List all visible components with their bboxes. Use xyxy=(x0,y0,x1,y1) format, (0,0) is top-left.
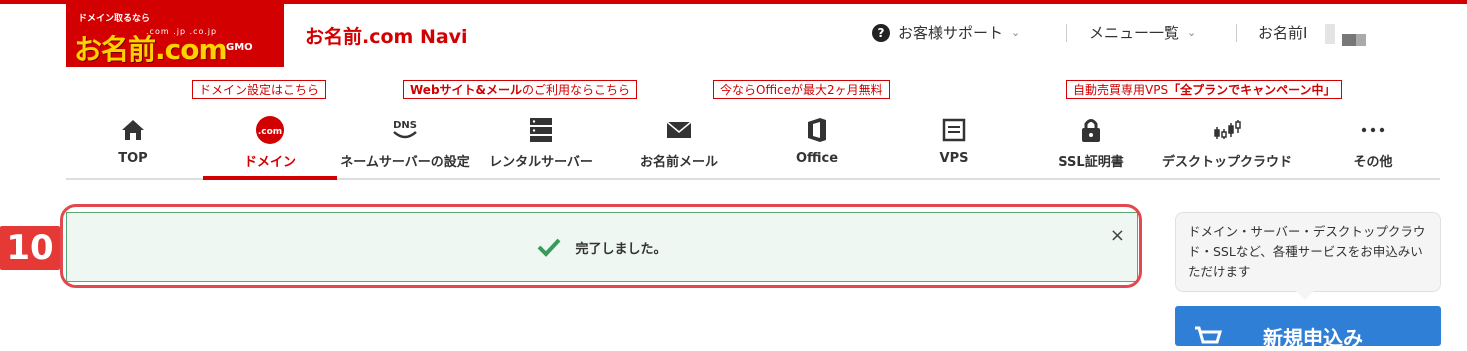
server-icon xyxy=(474,116,608,144)
logo-tagline: ドメイン取るなら xyxy=(78,14,151,24)
redacted-block xyxy=(1356,34,1366,46)
service-tooltip: ドメイン・サーバー・デスクトップクラウド・SSLなど、各種サービスをお申込みいた… xyxy=(1175,212,1441,292)
office-icon xyxy=(750,116,884,144)
svg-text:DNS: DNS xyxy=(393,120,417,131)
divider xyxy=(1236,24,1237,42)
onamae-logo[interactable]: ドメイン取るなら .com .jp .co.jp お名前.com GMO xyxy=(66,0,284,67)
nav-item-other[interactable]: その他 xyxy=(1306,104,1440,180)
highlight-outline xyxy=(60,204,1142,288)
nav-item-office[interactable]: Office xyxy=(750,104,884,180)
nav-item-rental-server[interactable]: レンタルサーバー xyxy=(474,104,608,180)
home-icon xyxy=(66,116,200,144)
logo-gmo: GMO xyxy=(226,42,253,53)
promo-domain-settings[interactable]: ドメイン設定はこちら xyxy=(192,80,327,99)
chevron-down-icon: ⌄ xyxy=(1187,26,1197,39)
support-label: お客様サポート xyxy=(898,24,1004,42)
account-label: お名前I xyxy=(1258,24,1308,42)
nav-active-indicator xyxy=(203,176,337,180)
menu-label: メニュー一覧 xyxy=(1089,24,1180,42)
nav-item-mail[interactable]: お名前メール xyxy=(612,104,746,180)
nav-item-vps[interactable]: VPS xyxy=(887,104,1021,180)
navi-title[interactable]: お名前.com Navi xyxy=(305,22,468,49)
main-nav: TOP .com ドメイン DNS ネームサーバーの設定 レンタルサーバー お名… xyxy=(66,104,1440,180)
redacted-block xyxy=(1325,24,1335,44)
divider xyxy=(1066,24,1067,42)
logo-brand: お名前.com xyxy=(74,33,228,66)
step-number-badge: 10 xyxy=(0,226,60,270)
nav-item-top[interactable]: TOP xyxy=(66,104,200,180)
account-menu[interactable]: お名前I xyxy=(1258,22,1307,43)
more-icon xyxy=(1306,116,1440,144)
mail-icon xyxy=(612,116,746,144)
promo-office[interactable]: 今ならOfficeが最大2ヶ月無料 xyxy=(713,80,890,99)
svg-text:.com: .com xyxy=(258,127,282,137)
tooltip-arrow xyxy=(1296,291,1314,300)
redacted-block xyxy=(1342,34,1356,46)
cart-icon xyxy=(1195,326,1223,344)
support-menu[interactable]: ? お客様サポート ⌄ xyxy=(872,22,1020,43)
lock-icon xyxy=(1024,116,1158,144)
promo-web-mail[interactable]: Webサイト&メールのご利用ならこちら xyxy=(403,80,638,99)
promo-vps[interactable]: 自動売買専用VPS「全プランでキャンペーン中」 xyxy=(1066,80,1343,99)
menu-list[interactable]: メニュー一覧 ⌄ xyxy=(1089,22,1196,43)
nav-item-nameserver[interactable]: DNS ネームサーバーの設定 xyxy=(338,104,472,180)
new-application-button[interactable]: 新規申込み xyxy=(1175,306,1441,350)
vps-icon xyxy=(887,116,1021,144)
help-icon: ? xyxy=(872,23,890,42)
dns-icon: DNS xyxy=(338,116,472,144)
nav-item-desktop-cloud[interactable]: デスクトップクラウド xyxy=(1160,104,1294,180)
nav-item-domain[interactable]: .com ドメイン xyxy=(203,104,337,180)
chevron-down-icon: ⌄ xyxy=(1011,26,1021,39)
chart-icon xyxy=(1160,116,1294,144)
com-icon: .com xyxy=(203,116,337,144)
nav-item-ssl[interactable]: SSL証明書 xyxy=(1024,104,1158,180)
